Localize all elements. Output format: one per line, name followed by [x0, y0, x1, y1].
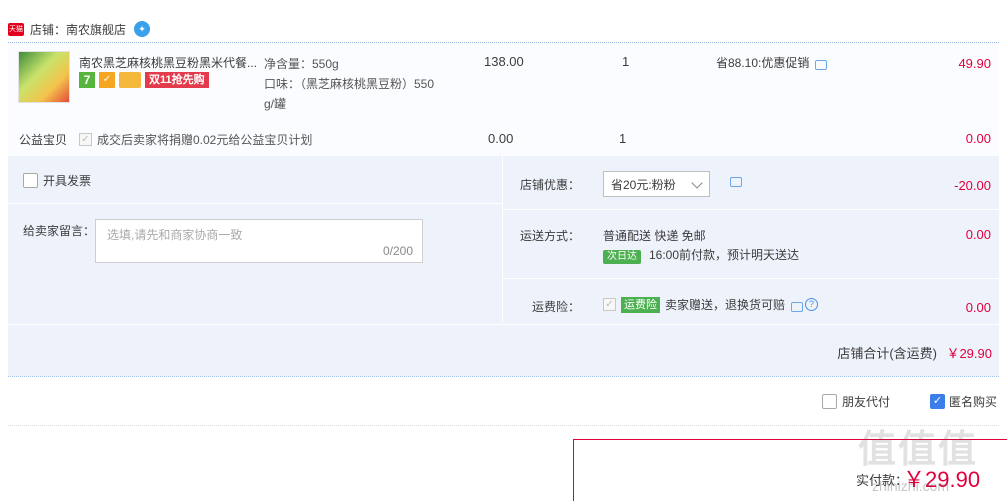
shop-name[interactable]: 店铺：南农旗舰店 [30, 21, 126, 38]
anonymous-option[interactable]: ✓ 匿名购买 [930, 393, 997, 410]
shipping-label: 运送方式： [520, 229, 581, 243]
row-divider [8, 203, 502, 204]
memo-counter: 0/200 [382, 244, 413, 258]
insurance-amount: 0.00 [965, 300, 991, 315]
invoice-option[interactable]: 开具发票 [23, 172, 91, 189]
friend-pay-label: 朋友代付 [842, 395, 891, 409]
next-day-badge: 次日达 [603, 250, 641, 264]
double11-badge: 双11抢先购 [145, 72, 209, 88]
promo-text: 省88.10:优惠促销 [716, 56, 810, 70]
charity-price: 0.00 [488, 131, 514, 146]
discount-label: 店铺优惠： [520, 178, 581, 192]
product-title[interactable]: 南农黑芝麻核桃黑豆粉黑米代餐... [79, 54, 259, 71]
insurance-badge: 运费险 [621, 296, 660, 313]
discount-selected: 省20元:粉粉 [611, 177, 676, 192]
watermark-url: zhihizhi.com [872, 478, 950, 494]
message-icon[interactable] [730, 177, 742, 187]
chevron-down-icon [691, 177, 703, 189]
column-divider [502, 156, 503, 322]
message-icon[interactable] [815, 59, 828, 70]
shield-icon: ✓ [99, 72, 115, 88]
friend-pay-checkbox[interactable] [822, 394, 837, 409]
spec-flavor-cont: g/罐 [264, 97, 287, 111]
charity-label: 公益宝贝 [19, 133, 68, 147]
friend-pay-option[interactable]: 朋友代付 [822, 393, 890, 410]
shipping-info: 普通配送 快递 免邮 次日达 16:00前付款，预计明天送达 [603, 227, 799, 265]
charity-text: 成交后卖家将捐赠0.02元给公益宝贝计划 [97, 133, 313, 147]
shipping-eta: 16:00前付款，预计明天送达 [649, 248, 800, 262]
discount-amount: -20.00 [954, 178, 991, 193]
message-icon[interactable] [791, 301, 804, 312]
tmall-icon: 天猫 [8, 22, 24, 36]
discount-select[interactable]: 省20元:粉粉 [603, 171, 710, 197]
memo-textarea[interactable]: 选填,请先和商家协商一致 0/200 [95, 219, 423, 263]
memo-label: 给卖家留言： [23, 224, 96, 238]
shop-total-value: ￥29.90 [946, 346, 992, 361]
charity-checkbox[interactable]: ✓ [79, 133, 92, 146]
item-quantity: 1 [622, 54, 630, 69]
unit-price: 138.00 [484, 54, 524, 69]
item-amount: 49.90 [958, 56, 991, 71]
anonymous-label: 匿名购买 [949, 395, 998, 409]
memo-placeholder: 选填,请先和商家协商一致 [107, 228, 243, 242]
divider [8, 425, 999, 426]
invoice-checkbox[interactable] [23, 173, 38, 188]
divider [8, 376, 999, 377]
spec-net-weight: 净含量：550g [264, 57, 339, 71]
insurance-checkbox: ✓ [603, 298, 616, 311]
product-thumbnail[interactable] [18, 51, 70, 103]
charity-amount: 0.00 [965, 131, 991, 146]
charity-info: ✓ 成交后卖家将捐赠0.02元给公益宝贝计划 [79, 131, 312, 148]
insurance-label: 运费险： [531, 300, 580, 314]
seven-day-return-icon: 7 [79, 72, 95, 88]
shop-total-label: 店铺合计(含运费) [837, 346, 937, 361]
product-badges: 7 ✓ 双11抢先购 [79, 72, 209, 88]
card-icon [119, 72, 141, 88]
row-divider [502, 278, 999, 279]
charity-quantity: 1 [619, 131, 627, 146]
shipping-amount: 0.00 [965, 227, 991, 242]
help-icon[interactable]: ? [805, 298, 819, 311]
insurance-info: ✓ 运费险 卖家赠送，退换货可赔 ? [603, 296, 819, 313]
product-spec: 净含量：550g 口味：（黑芝麻核桃黑豆粉）550 g/罐 [264, 54, 454, 114]
insurance-text: 卖家赠送，退换货可赔 [665, 298, 786, 312]
invoice-label: 开具发票 [43, 174, 92, 188]
wangwang-chat-icon[interactable]: ✦ [134, 21, 151, 37]
anonymous-checkbox[interactable]: ✓ [930, 394, 945, 409]
shop-header: 天猫 店铺：南农旗舰店 ✦ [8, 17, 151, 41]
spec-flavor: 口味：（黑芝麻核桃黑豆粉）550 [264, 77, 435, 91]
shipping-method: 普通配送 快递 免邮 [603, 229, 706, 243]
row-divider [502, 209, 999, 210]
promo-info: 省88.10:优惠促销 [716, 54, 828, 71]
